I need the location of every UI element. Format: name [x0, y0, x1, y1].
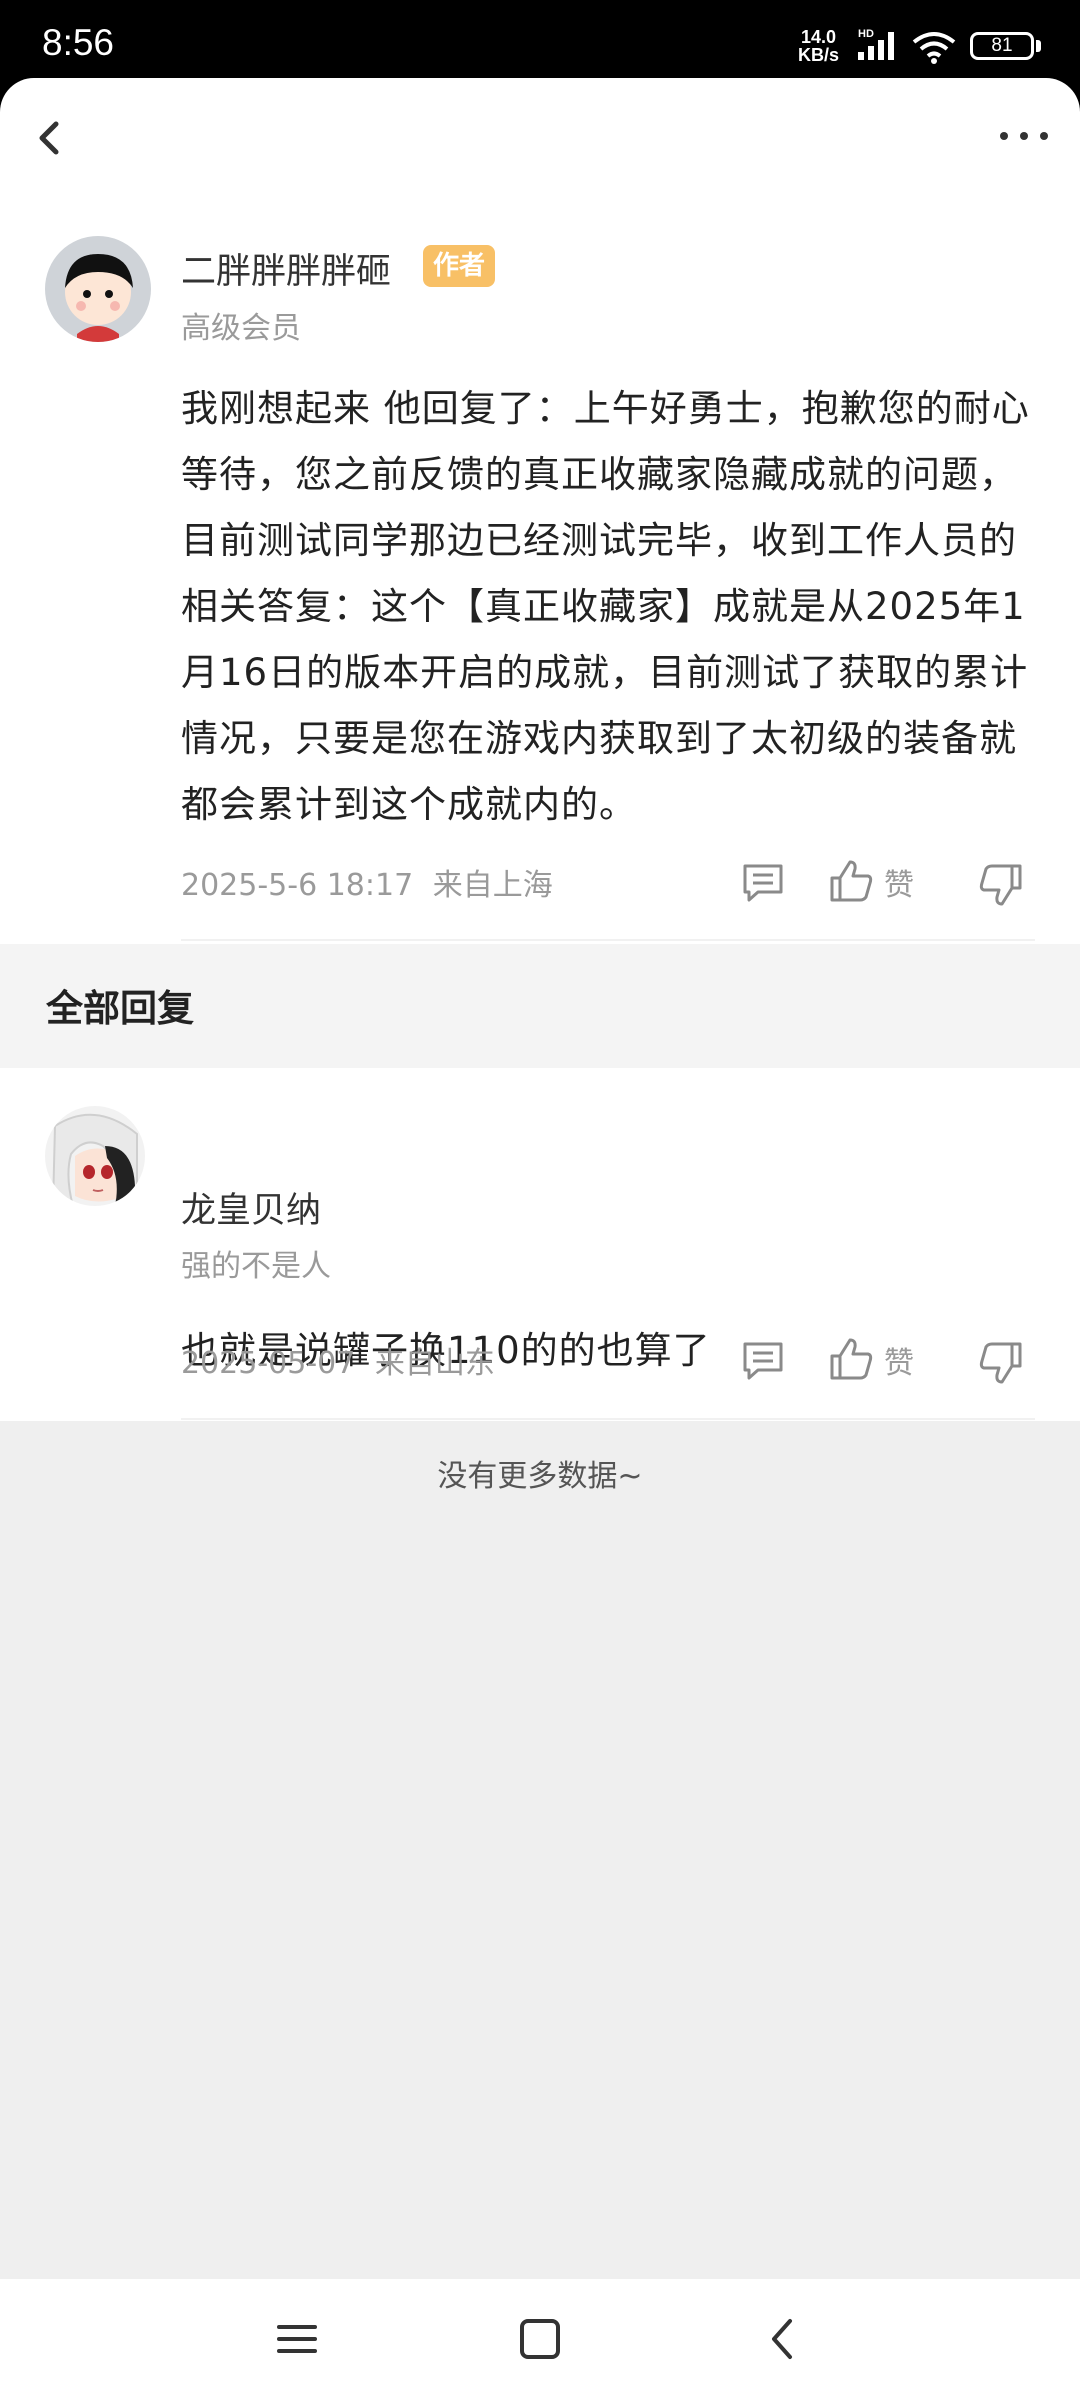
network-type: HD [858, 28, 874, 40]
reply-icon[interactable] [740, 860, 786, 906]
like-label[interactable]: 赞 [884, 860, 914, 904]
chevron-left-icon[interactable] [24, 112, 76, 164]
replies-section-header: 全部回复 [0, 944, 1080, 1068]
status-bar: 8:56 14.0 KB/s HD 81 [0, 0, 1080, 78]
reply-location: 来自山东 [374, 1346, 495, 1381]
signal-icon: HD [858, 28, 894, 60]
member-level: 高级会员 [181, 311, 301, 346]
thumbs-down-icon[interactable] [978, 862, 1024, 908]
reply-meta: 2025-05-07 来自山东 [181, 1338, 495, 1382]
app-screen: 二胖胖胖胖砸 作者 高级会员 我刚想起来 他回复了：上午好勇士，抱歉您的耐心等待… [0, 78, 1080, 2401]
thumbs-down-icon[interactable] [978, 1340, 1024, 1386]
battery-tip [1036, 40, 1041, 52]
battery-icon: 81 [970, 32, 1034, 60]
reply-avatar[interactable] [45, 1106, 145, 1206]
thumbs-up-icon[interactable] [828, 1336, 874, 1382]
network-speed-value: 14.0 [800, 27, 837, 47]
reply-icon[interactable] [740, 1338, 786, 1384]
comment-meta: 2025-5-6 18:17 来自上海 [181, 860, 553, 904]
comment-body: 我刚想起来 他回复了：上午好勇士，抱歉您的耐心等待，您之前反馈的真正收藏家隐藏成… [181, 387, 1030, 826]
divider [181, 1418, 1035, 1420]
status-time: 8:56 [42, 22, 115, 63]
list-end-area: 没有更多数据~ [0, 1421, 1080, 2279]
wifi-icon [912, 32, 956, 64]
top-bar [0, 78, 1080, 198]
home-icon[interactable] [512, 2311, 568, 2367]
author-name[interactable]: 二胖胖胖胖砸 [181, 243, 391, 294]
more-horizontal-icon[interactable] [996, 126, 1052, 146]
system-navigation-bar [0, 2279, 1080, 2401]
comment-date: 2025-5-6 18:17 [181, 868, 414, 903]
author-tag-badge: 作者 [423, 245, 496, 287]
network-speed-unit: KB/s [798, 45, 840, 65]
reply-date: 2025-05-07 [181, 1346, 356, 1381]
reply-signature: 强的不是人 [181, 1249, 331, 1284]
network-speed: 14.0 KB/s [798, 28, 839, 64]
reply-author-name[interactable]: 龙皇贝纳 [181, 1182, 321, 1233]
divider [181, 939, 1035, 941]
menu-icon[interactable] [269, 2311, 325, 2367]
comment-location: 来自上海 [432, 868, 553, 903]
author-avatar[interactable] [45, 236, 151, 342]
no-more-data-text: 没有更多数据~ [437, 1459, 643, 1494]
back-nav-icon[interactable] [756, 2311, 812, 2367]
section-title: 全部回复 [46, 987, 194, 1030]
thumbs-up-icon[interactable] [828, 858, 874, 904]
like-label[interactable]: 赞 [884, 1338, 914, 1382]
